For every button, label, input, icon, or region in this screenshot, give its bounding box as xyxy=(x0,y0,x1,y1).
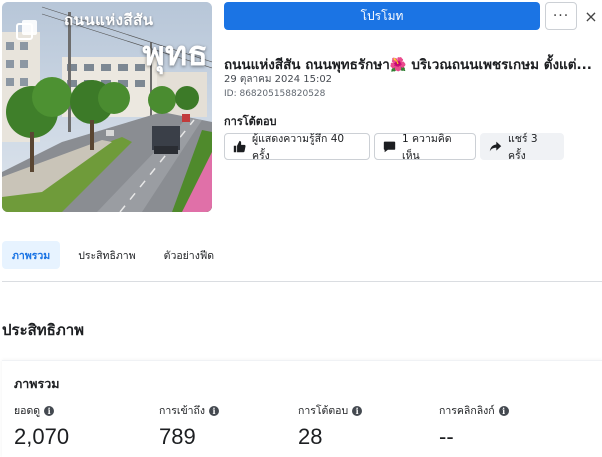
reactions-label: ผู้แสดงความรู้สึก 40 ครั้ง xyxy=(252,132,345,162)
post-id: ID: 868205158820528 xyxy=(224,89,326,99)
comment-icon xyxy=(383,141,396,153)
comments-button[interactable]: 1 ความคิดเห็น xyxy=(374,133,476,162)
metric-engagement: การโต้ตอบ i 28 xyxy=(298,402,363,450)
metric-label: การเข้าถึง xyxy=(159,405,206,417)
comments-label: 1 ความคิดเห็น xyxy=(402,132,452,162)
tab-bar: ภาพรวม ประสิทธิภาพ ตัวอย่างฟีด xyxy=(2,241,232,269)
share-icon xyxy=(489,141,502,152)
shares-button[interactable]: แชร์ 3 ครั้ง xyxy=(480,133,564,162)
thumbnail-caption-large: พุทธ xyxy=(142,34,208,74)
shares-label: แชร์ 3 ครั้ง xyxy=(508,132,538,162)
info-icon[interactable]: i xyxy=(498,405,509,416)
section-title: ประสิทธิภาพ xyxy=(2,321,85,339)
post-thumbnail[interactable]: ถนนแห่งสีสัน พุทธ xyxy=(2,2,212,212)
tab-performance[interactable]: ประสิทธิภาพ xyxy=(68,241,145,269)
overview-card: ภาพรวม ยอดดู i 2,070 การเข้าถึง i 789 กา… xyxy=(2,360,602,457)
metric-value: 789 xyxy=(159,424,196,449)
metric-link-clicks: การคลิกลิงก์ i -- xyxy=(439,402,509,450)
close-icon: × xyxy=(584,6,598,26)
more-icon: ··· xyxy=(552,8,570,24)
reactions-button[interactable]: ผู้แสดงความรู้สึก 40 ครั้ง xyxy=(224,133,370,162)
thumbs-up-icon xyxy=(233,140,246,153)
metric-value: -- xyxy=(439,424,454,449)
metric-label: การโต้ตอบ xyxy=(298,405,349,417)
metric-value: 2,070 xyxy=(14,424,70,449)
metric-label: ยอดดู xyxy=(14,405,41,417)
metric-views: ยอดดู i 2,070 xyxy=(14,402,69,450)
tab-overview[interactable]: ภาพรวม xyxy=(2,241,61,269)
info-icon[interactable]: i xyxy=(209,405,220,416)
info-icon[interactable]: i xyxy=(44,405,55,416)
post-date: 29 ตุลาคม 2024 15:02 xyxy=(224,74,333,85)
album-icon xyxy=(16,20,37,40)
divider xyxy=(2,281,602,282)
close-button[interactable]: × xyxy=(582,6,600,26)
promote-button[interactable]: โปรโมท xyxy=(224,2,540,30)
more-options-button[interactable]: ··· xyxy=(545,2,577,30)
tab-feed-preview[interactable]: ตัวอย่างฟีด xyxy=(154,241,224,269)
metric-reach: การเข้าถึง i 789 xyxy=(159,402,220,450)
thumbnail-caption: ถนนแห่งสีสัน xyxy=(64,11,154,29)
card-title: ภาพรวม xyxy=(14,376,60,391)
engagement-label: การโต้ตอบ xyxy=(224,115,277,128)
metric-label: การคลิกลิงก์ xyxy=(439,405,495,417)
metric-value: 28 xyxy=(298,424,323,449)
info-icon[interactable]: i xyxy=(352,405,363,416)
